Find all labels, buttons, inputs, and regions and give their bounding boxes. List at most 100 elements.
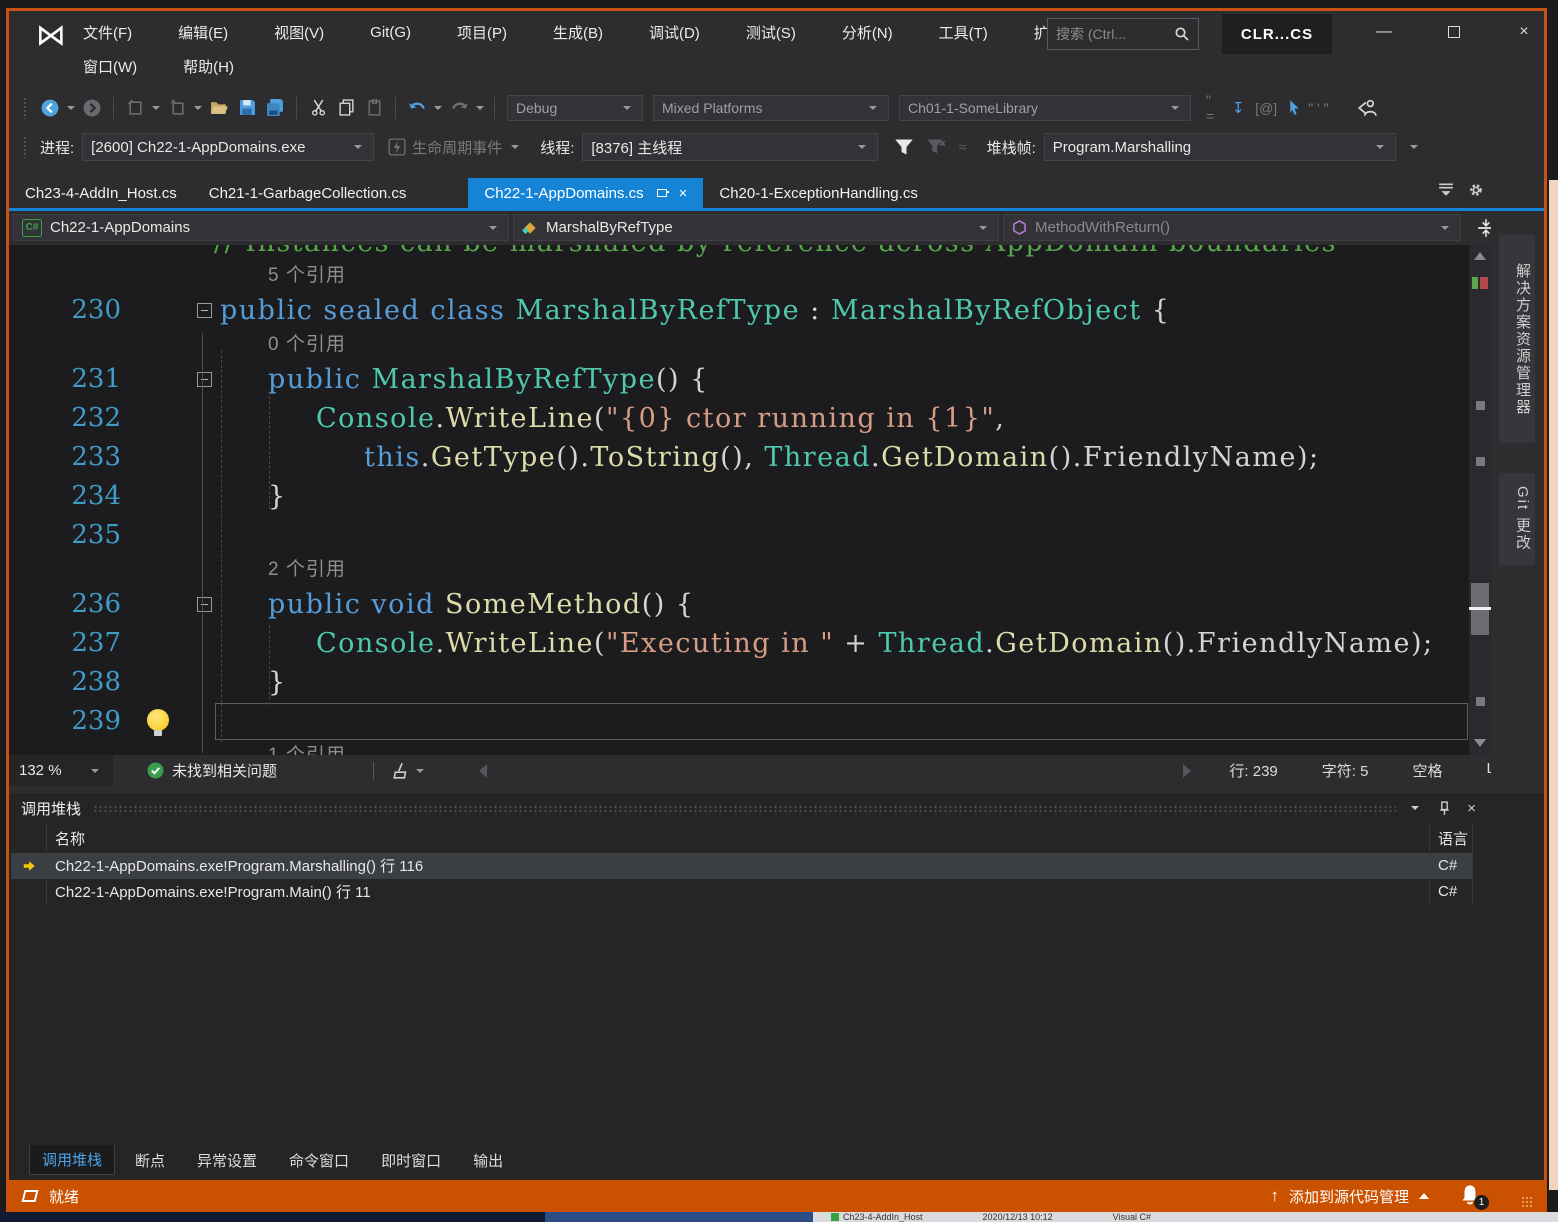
fold-collapse-box[interactable]: –: [197, 597, 212, 612]
close-button[interactable]: ×: [1499, 11, 1549, 53]
document-tab-3[interactable]: Ch20-1-ExceptionHandling.cs: [703, 178, 933, 208]
menubar-item-row2-0[interactable]: 窗口(W): [77, 52, 143, 81]
notifications-button[interactable]: 1: [1459, 1184, 1485, 1208]
undo-caret[interactable]: [434, 106, 442, 110]
save-all-button[interactable]: [263, 95, 287, 121]
language-column-header[interactable]: 语言: [1429, 825, 1473, 852]
code-line-230[interactable]: 230–public sealed class MarshalByRefType…: [9, 291, 1469, 330]
pin-icon[interactable]: [1438, 801, 1451, 816]
filter-flagged-icon[interactable]: [926, 138, 946, 156]
pin-icon[interactable]: [656, 187, 669, 200]
name-column-header[interactable]: 名称: [47, 828, 1429, 849]
menubar-item-2[interactable]: 视图(V): [268, 18, 330, 47]
call-stack-row-1[interactable]: Ch22-1-AppDomains.exe!Program.Main() 行 1…: [11, 879, 1473, 905]
document-tab-1[interactable]: Ch21-1-GarbageCollection.cs: [193, 178, 423, 208]
back-dropdown-caret[interactable]: [67, 106, 75, 110]
panel-tab-3[interactable]: 命令窗口: [277, 1146, 361, 1175]
navigate-back-button[interactable]: [38, 95, 62, 121]
code-line-239[interactable]: 239: [9, 702, 1469, 741]
filter-threads-icon[interactable]: [894, 138, 914, 156]
codelens-row[interactable]: 1 个引用: [9, 741, 1469, 755]
paste-button[interactable]: [362, 95, 386, 121]
window-position-caret[interactable]: [1411, 806, 1419, 810]
git-changes-side-tab[interactable]: Git 更改: [1499, 473, 1535, 565]
close-icon[interactable]: ×: [679, 185, 688, 202]
tab-list-icon[interactable]: [1438, 183, 1454, 197]
solution-config-dropdown[interactable]: Debug: [507, 95, 643, 121]
document-health-indicator[interactable]: 未找到相关问题: [147, 760, 277, 781]
code-cleanup-caret[interactable]: [416, 769, 424, 773]
stack-frame-dropdown[interactable]: Program.Marshalling: [1044, 133, 1396, 161]
show-threads-in-source-icon[interactable]: ≈: [958, 139, 966, 156]
add-to-source-control-button[interactable]: 添加到源代码管理: [1289, 1186, 1409, 1207]
step-into-icon[interactable]: ↧: [1226, 95, 1250, 121]
code-line-234[interactable]: 234}: [9, 477, 1469, 516]
panel-tab-2[interactable]: 异常设置: [185, 1146, 269, 1175]
live-share-icon[interactable]: [1355, 95, 1379, 121]
undo-button[interactable]: [405, 95, 429, 121]
menubar-item-8[interactable]: 分析(N): [836, 18, 899, 47]
menubar-item-5[interactable]: 生成(B): [547, 18, 609, 47]
document-tab-2[interactable]: Ch22-1-AppDomains.cs×: [468, 178, 703, 208]
menubar-item-1[interactable]: 编辑(E): [172, 18, 234, 47]
fold-collapse-box[interactable]: –: [197, 303, 212, 318]
type-dropdown[interactable]: MarshalByRefType: [513, 214, 999, 241]
menubar-item-7[interactable]: 测试(S): [740, 18, 802, 47]
call-stack-row-0[interactable]: Ch22-1-AppDomains.exe!Program.Marshallin…: [11, 853, 1473, 879]
solution-explorer-side-tab[interactable]: 解决方案资源管理器: [1499, 235, 1535, 443]
codelens-row[interactable]: 5 个引用: [9, 261, 1469, 291]
copy-button[interactable]: [334, 95, 358, 121]
menubar-item-6[interactable]: 调试(D): [643, 18, 706, 47]
code-line-235[interactable]: 235: [9, 516, 1469, 555]
codelens-row[interactable]: 0 个引用: [9, 330, 1469, 360]
panel-tab-0[interactable]: 调用堆栈: [29, 1145, 115, 1175]
lightbulb-icon[interactable]: [147, 709, 169, 731]
minimize-button[interactable]: —: [1359, 11, 1409, 53]
attach-icon[interactable]: [@]: [1254, 95, 1278, 121]
code-line-237[interactable]: 237Console.WriteLine("Executing in " + T…: [9, 624, 1469, 663]
code-line-238[interactable]: 238}: [9, 663, 1469, 702]
menubar-item-0[interactable]: 文件(F): [77, 18, 138, 47]
toolbar-grip[interactable]: [23, 136, 28, 158]
project-dropdown[interactable]: C# Ch22-1-AppDomains: [13, 214, 509, 241]
lifecycle-events-button[interactable]: 生命周期事件: [388, 137, 522, 158]
hscroll-left-arrow[interactable]: [479, 764, 487, 778]
redo-button[interactable]: [447, 95, 471, 121]
scroll-down-arrow[interactable]: [1474, 739, 1486, 747]
code-line-232[interactable]: 232Console.WriteLine("{0} ctor running i…: [9, 399, 1469, 438]
chevron-up-icon[interactable]: [1419, 1193, 1429, 1199]
spaces-indicator[interactable]: 空格: [1412, 760, 1442, 781]
navigate-forward-button[interactable]: [80, 95, 104, 121]
resize-grip[interactable]: [1521, 1196, 1533, 1208]
solution-platform-dropdown[interactable]: Mixed Platforms: [653, 95, 889, 121]
cut-button[interactable]: [306, 95, 330, 121]
new-file-button[interactable]: [165, 95, 189, 121]
code-editor[interactable]: // Instances can be marshaled by referen…: [9, 245, 1469, 755]
toolbar-overflow-caret[interactable]: [1410, 145, 1418, 149]
fold-collapse-box[interactable]: –: [197, 372, 212, 387]
save-button[interactable]: [235, 95, 259, 121]
code-line-231[interactable]: 231–public MarshalByRefType() {: [9, 360, 1469, 399]
editor-vertical-scrollbar[interactable]: [1469, 245, 1491, 755]
open-file-button[interactable]: [207, 95, 231, 121]
redo-caret[interactable]: [476, 106, 484, 110]
scroll-up-arrow[interactable]: [1474, 252, 1486, 260]
maximize-button[interactable]: [1429, 11, 1479, 53]
process-dropdown[interactable]: [2600] Ch22-1-AppDomains.exe: [82, 133, 374, 161]
gear-icon[interactable]: [1468, 182, 1484, 198]
new-file-caret[interactable]: [194, 106, 202, 110]
document-tab-0[interactable]: Ch23-4-AddIn_Host.cs: [9, 178, 193, 208]
zoom-dropdown[interactable]: 132 %: [9, 755, 113, 786]
code-cleanup-icon[interactable]: [392, 762, 410, 779]
call-stack-title-bar[interactable]: 调用堆栈 ×: [9, 793, 1544, 823]
hscroll-right-arrow[interactable]: [1183, 764, 1191, 778]
member-dropdown[interactable]: MethodWithReturn(): [1003, 214, 1461, 241]
panel-tab-1[interactable]: 断点: [123, 1146, 177, 1175]
code-line-236[interactable]: 236–public void SomeMethod() {: [9, 585, 1469, 624]
toolbar-grip[interactable]: [23, 97, 28, 119]
panel-tab-5[interactable]: 输出: [461, 1146, 515, 1175]
close-icon[interactable]: ×: [1467, 800, 1476, 817]
new-project-button[interactable]: [123, 95, 147, 121]
panel-tab-4[interactable]: 即时窗口: [369, 1146, 453, 1175]
cursor-run-icon[interactable]: [1282, 95, 1306, 121]
